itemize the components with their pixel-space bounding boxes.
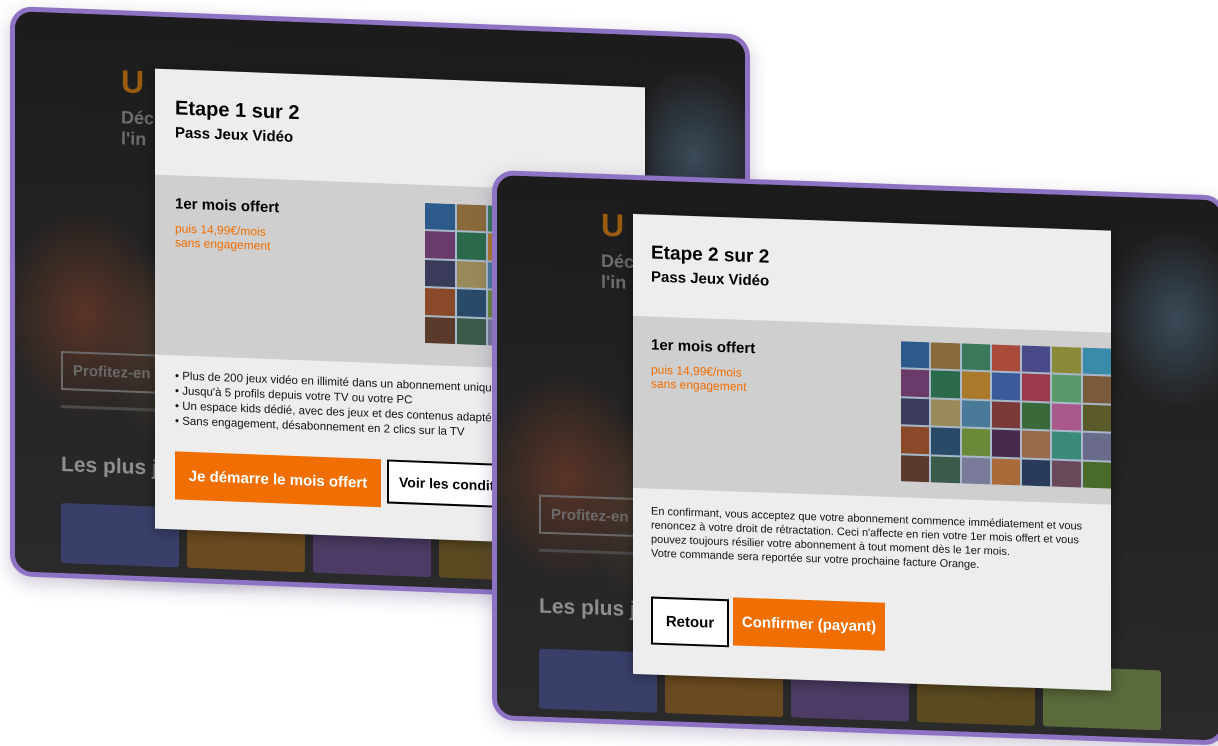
back-button[interactable]: Retour bbox=[651, 596, 729, 648]
background-section-title: Les plus j bbox=[61, 452, 158, 480]
subscription-dialog-step-2: Etape 2 sur 2 Pass Jeux Vidéo 1er mois o… bbox=[633, 213, 1111, 691]
offer-price: puis 14,99€/mois sans engagement bbox=[651, 362, 747, 394]
dialog-step-label: Etape 1 sur 2 bbox=[175, 97, 300, 125]
background-hero-title: U bbox=[601, 206, 625, 244]
start-free-month-button[interactable]: Je démarre le mois offert bbox=[175, 451, 381, 508]
background-hero-title: U bbox=[121, 63, 145, 101]
dialog-title: Pass Jeux Vidéo bbox=[175, 124, 294, 146]
game-collage-image bbox=[901, 341, 1111, 489]
tv-frame-step-2: U Déc l'in Profitez-en Les plus j Etape … bbox=[492, 170, 1218, 746]
background-cta-button[interactable]: Profitez-en bbox=[539, 494, 641, 538]
offer-band: 1er mois offert puis 14,99€/mois sans en… bbox=[633, 315, 1111, 505]
confirm-paid-button[interactable]: Confirmer (payant) bbox=[733, 597, 885, 651]
dialog-title: Pass Jeux Vidéo bbox=[651, 268, 770, 290]
offer-headline: 1er mois offert bbox=[175, 195, 280, 217]
dialog-step-label: Etape 2 sur 2 bbox=[651, 242, 770, 268]
legal-notice: En confirmant, vous acceptez que votre a… bbox=[651, 505, 1083, 572]
background-section-title: Les plus j bbox=[539, 594, 636, 622]
offer-price: puis 14,99€/mois sans engagement bbox=[175, 221, 271, 254]
offer-headline: 1er mois offert bbox=[651, 336, 756, 358]
background-cta-button[interactable]: Profitez-en bbox=[61, 350, 163, 394]
